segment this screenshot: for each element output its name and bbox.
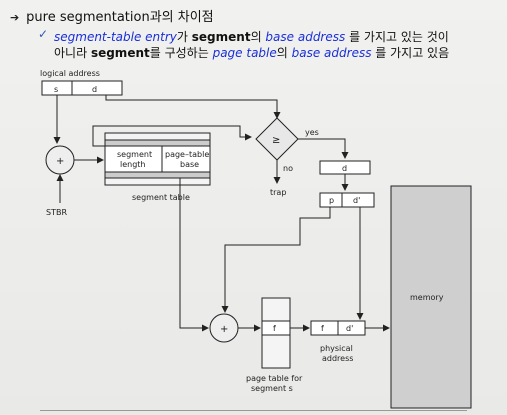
segment-length-label-2: length [120,160,146,169]
slide: ➔ pure segmentation과의 차이점 ✓ segment-tabl… [0,0,507,415]
bottom-divider [40,410,467,411]
plus-label-2: + [220,324,228,335]
logical-address-label: logical address [40,69,100,78]
physical-address-label-1: physical [320,344,353,353]
compare-label: ≥ [272,135,280,146]
dprime-label-2: d' [346,324,353,333]
yes-label: yes [305,128,319,137]
page-table-base-label-1: page–table [165,150,209,159]
page-table-for-label-1: page table for [246,374,303,383]
physical-address-label-2: address [322,354,353,363]
d-box-label: d [342,164,347,173]
plus-label: + [56,156,64,167]
f-label-2: f [321,324,324,333]
page-table-for-label-2: segment s [251,384,293,393]
trap-label: trap [270,188,286,197]
no-label: no [283,164,293,173]
segmentation-paging-diagram: logical address s d + STBR segment lengt… [40,69,472,409]
p-label: p [329,196,334,205]
stbr-label: STBR [46,208,67,217]
segment-table-label: segment table [132,193,190,202]
d-label: d [92,85,97,94]
s-label: s [54,85,58,94]
f-label: f [273,324,276,333]
memory-label: memory [410,293,444,302]
dprime-label: d' [353,196,360,205]
page-table-base-label-2: base [180,160,199,169]
segment-length-label-1: segment [117,150,152,159]
